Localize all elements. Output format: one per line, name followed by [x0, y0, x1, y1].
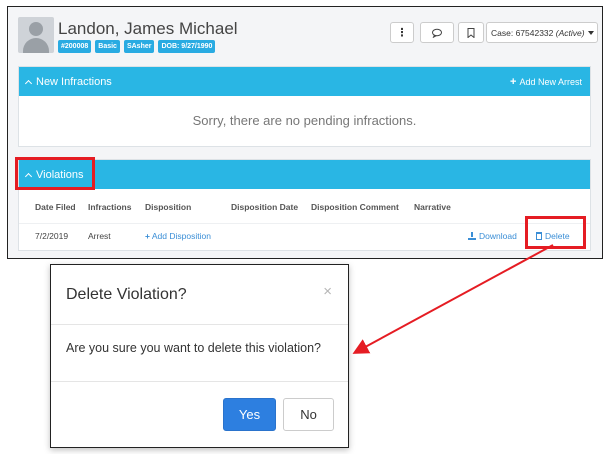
chevron-up-icon: [24, 79, 33, 87]
more-options-button[interactable]: ⋮: [390, 22, 414, 43]
add-disposition-link[interactable]: + Add Disposition: [145, 231, 211, 241]
comment-button[interactable]: [420, 22, 454, 43]
modal-divider: [51, 324, 348, 325]
col-disposition-comment: Disposition Comment: [311, 202, 399, 212]
col-infractions: Infractions: [88, 202, 132, 212]
new-infractions-header[interactable]: New Infractions + Add New Arrest: [19, 67, 590, 96]
plus-icon: +: [145, 231, 150, 241]
no-button[interactable]: No: [283, 398, 334, 431]
badge-row: #200008 Basic SAsher DOB: 9/27/1990: [58, 40, 216, 53]
modal-title: Delete Violation?: [66, 286, 187, 303]
add-disposition-label: Add Disposition: [151, 231, 211, 241]
case-selector-dropdown[interactable]: Case: 67542332 (Active): [486, 22, 598, 43]
col-date-filed: Date Filed: [35, 202, 76, 212]
avatar: [18, 17, 54, 53]
date-filed-cell: 7/2/2019: [35, 231, 69, 241]
violations-panel: Violations Date Filed Infractions Dispos…: [18, 159, 591, 251]
case-status: (Active): [555, 27, 585, 38]
modal-message: Are you sure you want to delete this vio…: [66, 341, 322, 355]
caret-down-icon: [587, 30, 594, 35]
violations-header[interactable]: Violations: [19, 160, 590, 189]
col-narrative: Narrative: [414, 202, 451, 212]
new-infractions-panel: New Infractions + Add New Arrest Sorry, …: [18, 66, 591, 147]
add-new-arrest-button[interactable]: + Add New Arrest: [510, 67, 582, 96]
more-vertical-icon: ⋮: [396, 27, 408, 39]
add-new-arrest-label: Add New Arrest: [519, 76, 582, 87]
plus-icon: +: [510, 75, 517, 88]
level-badge: Basic: [95, 40, 120, 53]
person-name: Landon, James Michael: [58, 19, 238, 38]
close-icon[interactable]: ×: [323, 283, 332, 300]
new-infractions-title: New Infractions: [36, 75, 112, 88]
table-row: 7/2/2019 Arrest + Add Disposition Downlo…: [19, 223, 590, 243]
empty-infractions-message: Sorry, there are no pending infractions.: [192, 113, 417, 128]
case-number: Case: 67542332: [491, 27, 554, 38]
delete-violation-modal: Delete Violation? × Are you sure you wan…: [50, 264, 349, 448]
infractions-cell: Arrest: [88, 231, 111, 241]
bookmark-icon: [467, 27, 475, 38]
yes-button[interactable]: Yes: [223, 398, 276, 431]
col-disposition: Disposition: [145, 202, 192, 212]
bookmark-button[interactable]: [458, 22, 484, 43]
download-icon: [468, 232, 476, 240]
col-disposition-date: Disposition Date: [231, 202, 299, 212]
officer-badge: SAsher: [123, 40, 155, 53]
download-label: Download: [479, 231, 517, 241]
case-screen: Landon, James Michael #200008 Basic SAsh…: [7, 6, 603, 259]
violations-highlight-box: [15, 157, 95, 190]
comment-icon: [432, 28, 442, 38]
id-badge: #200008: [58, 40, 92, 53]
delete-highlight-box: [525, 216, 586, 249]
modal-divider: [51, 381, 348, 382]
dob-badge: DOB: 9/27/1990: [158, 40, 216, 53]
violations-table-header: Date Filed Infractions Disposition Dispo…: [19, 200, 590, 218]
download-link[interactable]: Download: [468, 231, 517, 241]
person-header: Landon, James Michael #200008 Basic SAsh…: [8, 7, 602, 65]
